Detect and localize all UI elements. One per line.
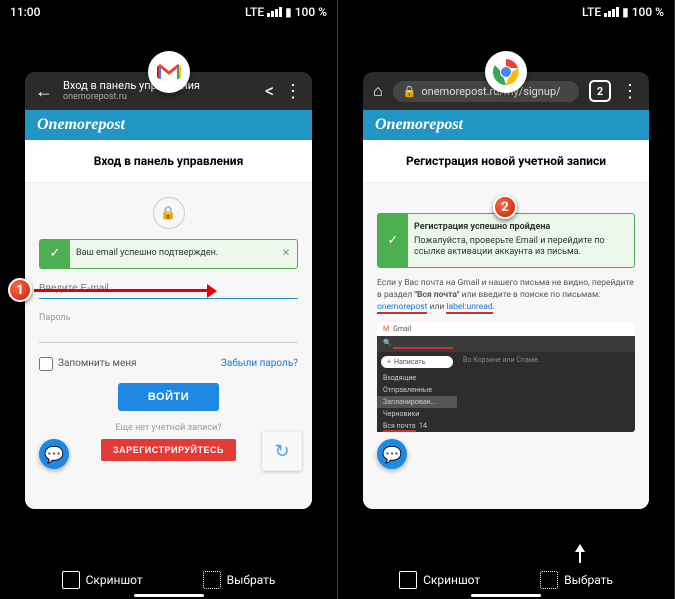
lock-icon: 🔒 (403, 85, 417, 98)
select-label: Выбрать (227, 573, 276, 587)
success-title: Регистрация успешно пройдена (414, 222, 628, 234)
gmail-brand: Gmail (393, 325, 411, 333)
status-battery: 100 % (295, 5, 327, 19)
screenshot-icon (399, 571, 417, 589)
signal-icon (267, 7, 282, 17)
gmail-compose: +Написать (381, 356, 453, 368)
lock-icon: 🔒 (153, 197, 185, 229)
recents-bottom-bar: Скриншот Выбрать (338, 571, 674, 589)
callout-select-arrow (579, 550, 581, 563)
screenshot-button[interactable]: Скриншот (399, 571, 480, 589)
select-label: Выбрать (564, 573, 613, 587)
tabs-count[interactable]: 2 (589, 80, 611, 102)
help-link-2[interactable]: label:unread (446, 302, 492, 314)
menu-icon[interactable]: ⋮ (621, 81, 639, 102)
recent-app-card[interactable]: ⌂ 🔒onemorepost.ru/my/signup/ 2 ⋮ Onemore… (363, 35, 649, 539)
remember-checkbox[interactable] (39, 357, 53, 371)
no-account-text: Еще нет учетной записи? (39, 423, 298, 433)
gmail-empty-text: Во Корзине или Спаме. (457, 352, 635, 432)
page-heading: Регистрация новой учетной записи (363, 140, 649, 183)
recaptcha-badge: ↻ (262, 431, 302, 471)
screenshot-icon (62, 571, 80, 589)
gmail-search-bar: 🔍 (377, 336, 635, 352)
screenshot-label: Скриншот (423, 573, 480, 587)
success-alert: ✓ Регистрация успешно пройдена Пожалуйста… (377, 213, 635, 268)
gmail-scheduled: Запланирован... (377, 396, 457, 408)
gmail-sidebar: +Написать Входящие Отправленные Запланир… (377, 352, 457, 432)
success-body: Пожалуйста, проверьте Email и перейдите … (414, 236, 605, 258)
select-icon (540, 571, 558, 589)
chat-fab-icon[interactable]: 💬 (377, 439, 407, 469)
status-right: LTE ▮ 100 % (582, 5, 664, 19)
app-icon-chrome[interactable] (485, 51, 527, 93)
status-lte: LTE (245, 5, 264, 19)
callout-1: 1 (8, 278, 32, 302)
password-label: Пароль (39, 313, 298, 323)
select-button[interactable]: Выбрать (540, 571, 613, 589)
recent-app-card[interactable]: ← Вход в панель управления onemorepost.r… (25, 35, 312, 539)
check-icon: ✓ (378, 214, 408, 267)
gmail-sent: Отправленные (377, 384, 457, 396)
forgot-password-link[interactable]: Забыли пароль? (221, 358, 298, 369)
screenshot-label: Скриншот (86, 573, 143, 587)
remember-checkbox-label[interactable]: Запомнить меня (39, 357, 137, 371)
home-icon[interactable]: ⌂ (373, 81, 383, 101)
status-bar: 11:00 LTE ▮ 100 % (338, 0, 674, 24)
status-time: 11:00 (10, 5, 40, 19)
select-button[interactable]: Выбрать (203, 571, 276, 589)
app-icon-gmail[interactable] (148, 51, 190, 93)
help-paragraph: Если у Вас почта на Gmail и нашего письм… (377, 278, 635, 314)
gmail-inbox: Входящие (377, 372, 457, 384)
gmail-screenshot: M Gmail 🔍 +Написать Входящие Отправленны… (377, 322, 635, 432)
success-alert: ✓ Ваш email успешно подтвержден. ✕ (39, 239, 298, 269)
status-right: LTE ▮ 100 % (245, 5, 327, 19)
menu-icon[interactable]: ⋮ (284, 81, 302, 102)
brand-logo: Onemorepost (25, 110, 312, 140)
signal-icon (604, 7, 619, 17)
brand-logo: Onemorepost (363, 110, 649, 140)
page-content: Onemorepost Вход в панель управления 🔒 ✓… (25, 110, 312, 509)
page-content: Onemorepost Регистрация новой учетной за… (363, 110, 649, 509)
success-text: Ваш email успешно подтвержден. (70, 240, 275, 268)
password-field[interactable] (39, 323, 298, 343)
callout-2: 2 (493, 195, 517, 219)
close-icon[interactable]: ✕ (275, 240, 297, 268)
recents-bottom-bar: Скриншот Выбрать (0, 571, 337, 589)
home-indicator[interactable] (134, 594, 204, 597)
page-heading: Вход в панель управления (25, 140, 312, 183)
login-button[interactable]: ВОЙТИ (118, 383, 219, 411)
check-icon: ✓ (40, 240, 70, 268)
chat-fab-icon[interactable]: 💬 (39, 439, 69, 469)
password-field-wrap: Пароль (39, 313, 298, 343)
share-icon[interactable]: < (265, 81, 274, 102)
tab-subtitle: onemorepost.ru (63, 92, 255, 102)
remember-row: Запомнить меня Забыли пароль? (39, 357, 298, 371)
select-icon (203, 571, 221, 589)
callout-1-arrow (34, 289, 209, 292)
status-lte: LTE (582, 5, 601, 19)
battery-icon: ▮ (285, 5, 292, 19)
back-icon[interactable]: ← (35, 81, 53, 102)
success-text: Регистрация успешно пройдена Пожалуйста, … (408, 214, 634, 267)
status-battery: 100 % (632, 5, 664, 19)
remember-text: Запомнить меня (58, 358, 137, 369)
phone-right: 11:00 LTE ▮ 100 % ⌂ 🔒onemorepost.ru/my/s… (337, 0, 674, 599)
battery-icon: ▮ (622, 5, 629, 19)
home-indicator[interactable] (471, 594, 541, 597)
gmail-drafts: Черновики (377, 408, 457, 420)
url-bar[interactable]: 🔒onemorepost.ru/my/signup/ (393, 81, 579, 102)
register-button[interactable]: ЗАРЕГИСТРИРУЙТЕСЬ (101, 439, 236, 461)
screenshot-button[interactable]: Скриншот (62, 571, 143, 589)
phone-left: 11:00 LTE ▮ 100 % ← Вход в панель управл… (0, 0, 337, 599)
gmail-allmail: Вся почта 14 (377, 420, 457, 432)
status-bar: 11:00 LTE ▮ 100 % (0, 0, 337, 24)
help-link-1[interactable]: onemorepost (377, 302, 427, 314)
